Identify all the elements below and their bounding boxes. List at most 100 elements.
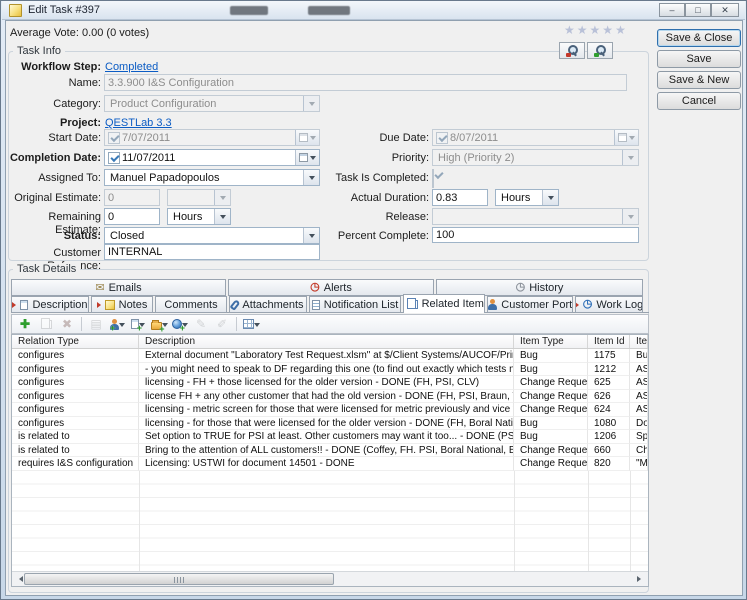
date-picker-icon <box>295 130 319 145</box>
completion-date-label: Completion Date: <box>1 152 101 165</box>
note-icon <box>105 300 115 310</box>
close-button[interactable]: ✕ <box>711 3 739 17</box>
table-row[interactable]: configures license FH + any other custom… <box>12 390 648 404</box>
table-row[interactable]: configures External document "Laboratory… <box>12 349 648 363</box>
customer-reference-field[interactable] <box>104 244 320 260</box>
cancel-edit-button: ✐ <box>213 316 231 333</box>
new-user-item-dropdown[interactable] <box>108 316 126 333</box>
table-row[interactable]: configures licensing - metric screen for… <box>12 403 648 417</box>
tab-comments[interactable]: Comments <box>155 296 227 313</box>
chevron-down-icon <box>303 170 319 185</box>
remaining-estimate-field[interactable] <box>104 208 160 225</box>
column-header[interactable]: Item <box>630 335 648 348</box>
scrollbar-thumb[interactable] <box>24 573 334 585</box>
column-header[interactable]: Item Id <box>588 335 630 348</box>
table-row[interactable]: is related to Bring to the attention of … <box>12 444 648 458</box>
remaining-estimate-unit-select[interactable]: Hours <box>167 208 231 225</box>
new-document-item-dropdown[interactable] <box>129 316 147 333</box>
horizontal-scrollbar[interactable] <box>12 571 648 586</box>
save-close-button[interactable]: Save & Close <box>657 29 741 47</box>
unread-marker-icon <box>12 302 16 308</box>
chevron-down-icon <box>214 209 230 224</box>
star-icon[interactable]: ★ <box>564 24 575 37</box>
original-estimate-field <box>104 189 160 206</box>
completion-date-field[interactable]: 11/07/2011 <box>104 149 320 166</box>
status-select[interactable]: Closed <box>104 227 320 244</box>
column-chooser-dropdown[interactable] <box>242 316 260 333</box>
add-item-button[interactable]: ✚ <box>16 316 34 333</box>
date-picker-icon <box>614 130 638 145</box>
priority-label: Priority: <box>319 152 429 165</box>
workflow-step-link[interactable]: Completed <box>105 61 158 73</box>
priority-select: High (Priority 2) <box>432 149 639 166</box>
scroll-right-arrow-icon[interactable] <box>633 572 648 586</box>
due-date-checkbox <box>436 132 448 144</box>
save-button[interactable]: Save <box>657 50 741 68</box>
table-row[interactable]: requires I&S configuration Licensing: US… <box>12 457 648 471</box>
envelope-icon: ✉ <box>95 281 104 294</box>
chevron-down-icon <box>214 190 230 205</box>
column-header[interactable]: Description <box>139 335 514 348</box>
star-icon[interactable]: ★ <box>602 24 613 37</box>
minimize-button[interactable]: – <box>659 3 685 17</box>
date-picker-icon[interactable] <box>295 150 319 165</box>
unread-marker-icon <box>575 302 579 308</box>
name-label: Name: <box>1 77 101 90</box>
new-folder-item-dropdown[interactable] <box>150 316 168 333</box>
star-icon[interactable]: ★ <box>615 24 626 37</box>
table-row[interactable]: configures - you might need to speak to … <box>12 363 648 377</box>
folder-add-icon <box>151 322 162 330</box>
related-items-icon <box>411 300 418 309</box>
start-date-checkbox <box>108 132 120 144</box>
cancel-button[interactable]: Cancel <box>657 92 741 110</box>
history-clock-icon: ◷ <box>516 282 526 293</box>
column-header[interactable]: Relation Type <box>12 335 139 348</box>
tab-attachments[interactable]: Attachments <box>229 296 307 313</box>
find-task-button[interactable] <box>559 42 585 59</box>
table-row[interactable]: configures licensing - FH + those licens… <box>12 376 648 390</box>
tab-work-log[interactable]: ◷ Work Log <box>575 296 643 313</box>
assigned-to-select[interactable]: Manuel Papadopoulos <box>104 169 320 186</box>
project-link[interactable]: QESTLab 3.3 <box>105 117 172 129</box>
chevron-down-icon <box>303 96 319 111</box>
due-date-label: Due Date: <box>319 132 429 145</box>
tab-emails[interactable]: ✉ Emails <box>11 279 226 296</box>
tab-notes[interactable]: Notes <box>91 296 153 313</box>
table-row[interactable]: configures licensing - for those that we… <box>12 417 648 431</box>
maximize-button[interactable]: □ <box>685 3 711 17</box>
assigned-to-label: Assigned To: <box>1 172 101 185</box>
actual-duration-unit-select[interactable]: Hours <box>495 189 559 206</box>
star-icon[interactable]: ★ <box>577 24 588 37</box>
save-new-button[interactable]: Save & New <box>657 71 741 89</box>
copy-icon <box>45 320 52 329</box>
person-add-icon <box>109 319 119 330</box>
tab-customer-portal[interactable]: Customer Portal <box>487 296 573 313</box>
redacted-menu-item[interactable] <box>308 6 350 15</box>
grid-header-row: Relation Type Description Item Type Item… <box>12 335 648 349</box>
paperclip-icon <box>230 299 241 311</box>
percent-complete-field[interactable] <box>432 227 639 243</box>
column-header[interactable]: Item Type <box>514 335 588 348</box>
chevron-down-icon <box>542 190 558 205</box>
edit-item-button: ✎ <box>192 316 210 333</box>
original-estimate-label: Original Estimate: <box>1 192 101 205</box>
list-icon <box>312 300 320 310</box>
percent-complete-label: Percent Complete: <box>319 230 429 243</box>
redacted-menu-item[interactable] <box>230 6 268 15</box>
table-row[interactable]: is related to Set option to TRUE for PSI… <box>12 430 648 444</box>
new-web-item-dropdown[interactable] <box>171 316 189 333</box>
preview-item-button: ▤ <box>87 316 105 333</box>
actual-duration-field[interactable] <box>432 189 488 206</box>
completion-date-checkbox[interactable] <box>108 152 120 164</box>
status-label: Status: <box>1 230 101 243</box>
task-info-group-title: Task Info <box>13 45 65 57</box>
find-next-button[interactable] <box>587 42 613 59</box>
tab-related-items[interactable]: Related Items <box>403 294 485 313</box>
chevron-down-icon <box>622 150 638 165</box>
tab-notification-list[interactable]: Notification List <box>309 296 401 313</box>
tab-description[interactable]: Description <box>11 296 89 313</box>
alert-clock-icon: ◷ <box>310 282 320 293</box>
star-icon[interactable]: ★ <box>590 24 601 37</box>
related-items-grid: Relation Type Description Item Type Item… <box>11 334 649 587</box>
document-icon <box>20 300 28 310</box>
